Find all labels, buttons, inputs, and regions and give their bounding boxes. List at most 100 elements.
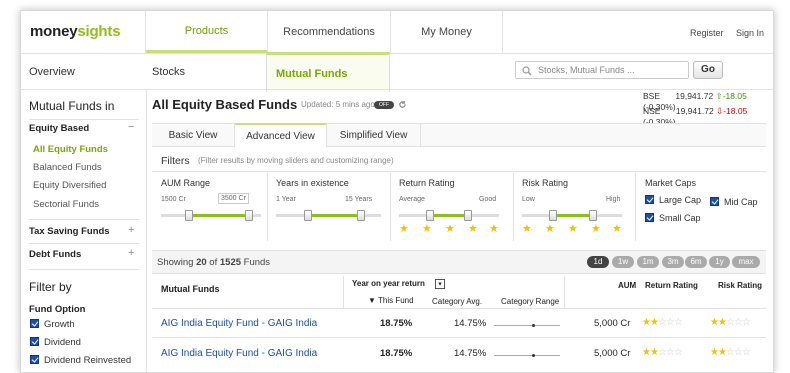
slider-handle-max[interactable] <box>589 210 597 221</box>
star-icon: ★ <box>468 223 478 235</box>
return-rating-min: Average <box>399 196 425 203</box>
slider-handle-max[interactable] <box>357 210 365 221</box>
tab-simplified-view[interactable]: Simplified View <box>327 123 421 147</box>
sidebar-debt-funds[interactable]: Debt Funds <box>29 249 81 260</box>
slider-handle-min[interactable] <box>426 210 434 221</box>
sidebar-item-balanced[interactable]: Balanced Funds <box>33 162 102 173</box>
slider-handle-min[interactable] <box>185 210 193 221</box>
checkbox-checked-icon[interactable] <box>645 195 654 204</box>
nav-my-money[interactable]: My Money <box>391 11 503 53</box>
return-rating-max: Good <box>479 196 497 203</box>
risk-range <box>553 214 593 217</box>
filters-title: Filters <box>161 155 190 167</box>
col-category-avg[interactable]: Category Avg. <box>432 297 482 306</box>
sidebar-divider <box>29 269 139 270</box>
sidebar-tax-saving[interactable]: Tax Saving Funds <box>29 226 110 237</box>
logo-text-money: money <box>30 23 78 40</box>
go-button[interactable]: Go <box>693 61 723 79</box>
col-risk-rating[interactable]: Risk Rating <box>718 281 762 290</box>
col-aum[interactable]: AUM <box>618 281 636 290</box>
search-input[interactable]: Stocks, Mutual Funds ... <box>515 61 689 79</box>
years-range <box>308 214 361 217</box>
logo[interactable]: moneysights <box>30 23 121 40</box>
sidebar-item-all-equity[interactable]: All Equity Funds <box>33 144 108 155</box>
slider-handle-min[interactable] <box>304 210 312 221</box>
return-rating-stars: ★★☆☆☆ <box>642 347 683 358</box>
collapse-icon[interactable]: − <box>128 121 134 133</box>
search-placeholder: Stocks, Mutual Funds ... <box>538 65 635 75</box>
column-divider <box>343 276 344 308</box>
tab-advanced-view[interactable]: Advanced View <box>235 123 327 147</box>
header-separator <box>21 53 773 54</box>
aum-max[interactable]: 3500 Cr <box>218 193 249 204</box>
risk-rating-min: Low <box>522 196 535 203</box>
star-icon: ★ <box>612 223 622 235</box>
fund-name-link[interactable]: AIG India Equity Fund - GAIG India <box>161 318 317 329</box>
small-cap-label: Small Cap <box>659 213 701 223</box>
sidebar-equity-based[interactable]: Equity Based <box>29 123 89 134</box>
nav-recommendations[interactable]: Recommendations <box>268 11 391 53</box>
expand-icon[interactable]: + <box>128 247 134 259</box>
option-dividend[interactable]: Dividend <box>30 337 81 348</box>
column-divider <box>564 276 565 308</box>
period-1d[interactable]: 1d <box>587 256 609 268</box>
period-max[interactable]: max <box>732 256 760 268</box>
col-return-rating[interactable]: Return Rating <box>645 281 698 290</box>
option-growth[interactable]: Growth <box>30 319 75 330</box>
subnav-mutual-funds[interactable]: Mutual Funds <box>266 52 390 92</box>
sidebar-item-equity-diversified[interactable]: Equity Diversified <box>33 180 106 191</box>
risk-rating-label: Risk Rating <box>522 178 569 188</box>
years-min: 1 Year <box>276 196 296 203</box>
page-title: All Equity Based Funds <box>152 97 298 112</box>
tab-basic-view[interactable]: Basic View <box>152 123 235 147</box>
mid-cap-option[interactable]: Mid Cap <box>710 197 758 207</box>
period-1w[interactable]: 1w <box>612 256 634 268</box>
slider-handle-max[interactable] <box>464 210 472 221</box>
period-1y[interactable]: 1y <box>709 256 730 268</box>
col-category-range[interactable]: Category Range <box>501 297 559 306</box>
index-change: -18.05 <box>723 106 748 116</box>
subnav-stocks[interactable]: Stocks <box>152 53 185 90</box>
risk-rating-max: High <box>606 196 621 203</box>
period-1m[interactable]: 1m <box>637 256 659 268</box>
dropdown-arrow-icon[interactable]: ▾ <box>435 279 445 289</box>
period-6m[interactable]: 6m <box>685 256 707 268</box>
sidebar-item-sectorial[interactable]: Sectorial Funds <box>33 199 99 210</box>
slider-handle-min[interactable] <box>549 210 557 221</box>
register-link[interactable]: Register <box>690 28 724 38</box>
checkbox-checked-icon[interactable] <box>30 355 39 364</box>
slider-handle-max[interactable] <box>245 210 253 221</box>
category-avg-return: 14.75% <box>454 318 487 329</box>
signin-link[interactable]: Sign In <box>736 28 764 38</box>
market-caps-label: Market Caps <box>645 178 697 188</box>
col-mutual-funds[interactable]: Mutual Funds <box>161 284 220 294</box>
auto-refresh-toggle[interactable]: OFF <box>374 101 394 109</box>
large-cap-option[interactable]: Large Cap <box>645 195 701 205</box>
star-icon: ★ <box>545 223 555 235</box>
this-fund-return: 18.75% <box>380 348 413 359</box>
star-icon: ★ <box>591 223 601 235</box>
risk-rating-stars: ★★☆☆☆ <box>710 347 751 358</box>
small-cap-option[interactable]: Small Cap <box>645 213 701 223</box>
arrow-up-icon: ⇧ <box>715 91 723 101</box>
checkbox-checked-icon[interactable] <box>30 319 39 328</box>
star-icon: ★ <box>568 223 578 235</box>
expand-icon[interactable]: + <box>128 224 134 236</box>
refresh-icon[interactable] <box>398 100 407 109</box>
col-this-fund[interactable]: ▼ This Fund <box>368 296 414 305</box>
fund-name-link[interactable]: AIG India Equity Fund - GAIG India <box>161 348 317 359</box>
star-icon: ★ <box>489 223 499 235</box>
checkbox-checked-icon[interactable] <box>30 337 39 346</box>
checkbox-checked-icon[interactable] <box>645 213 654 222</box>
checkbox-checked-icon[interactable] <box>710 197 719 206</box>
subnav-overview[interactable]: Overview <box>29 53 75 90</box>
option-dividend-reinvested[interactable]: Dividend Reinvested <box>30 355 131 366</box>
fund-aum: 5,000 Cr <box>594 348 631 359</box>
index-name: BSE <box>643 91 661 101</box>
col-year-on-year[interactable]: Year on year return <box>352 279 425 288</box>
logo-text-sights: sights <box>77 23 121 40</box>
period-3m[interactable]: 3m <box>662 256 684 268</box>
return-range <box>430 214 468 217</box>
subnav-separator <box>21 89 773 90</box>
nav-products[interactable]: Products <box>146 11 268 53</box>
